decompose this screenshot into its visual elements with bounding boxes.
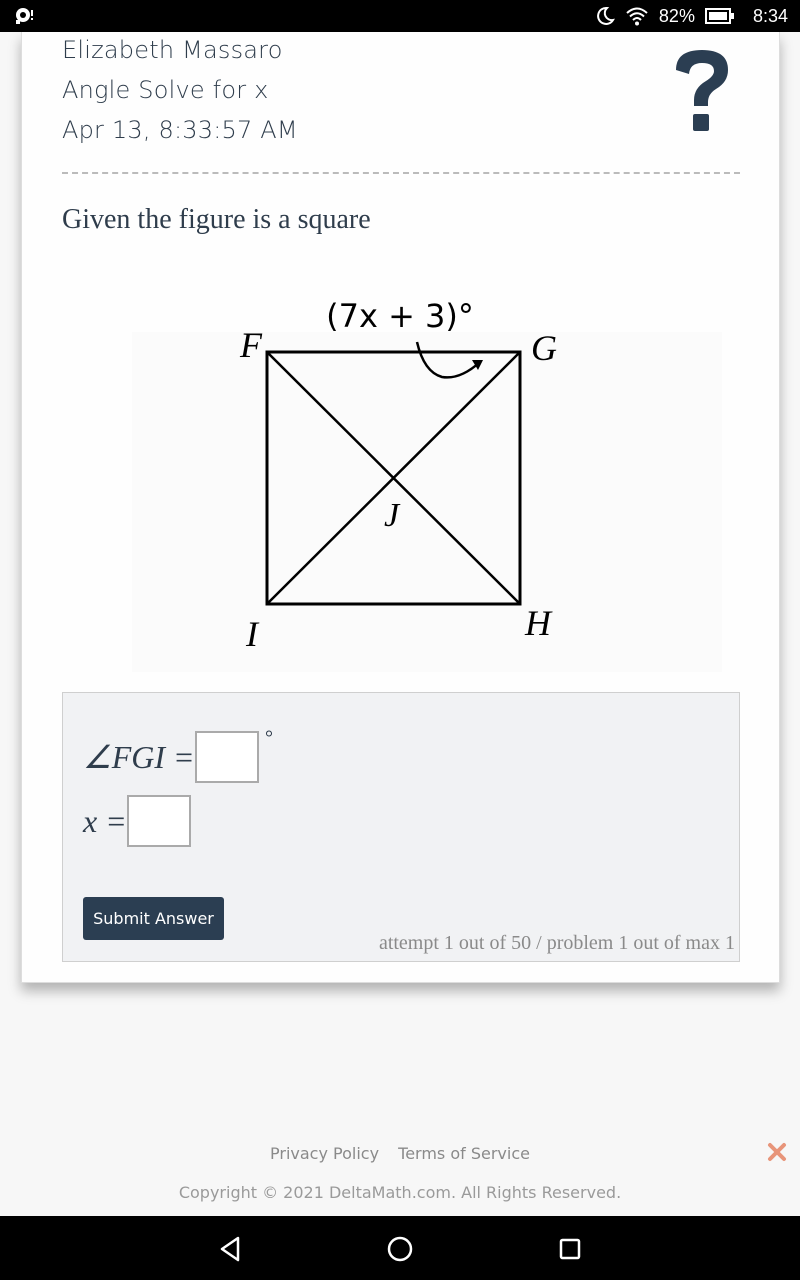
x-label: x xyxy=(83,802,98,839)
battery-percent: 82% xyxy=(658,5,695,26)
timestamp: Apr 13, 8:33:57 AM xyxy=(62,116,298,144)
problem-prompt: Given the figure is a square xyxy=(62,204,371,235)
assignment-title: Angle Solve for x xyxy=(62,76,269,104)
degree-symbol: ° xyxy=(265,727,274,749)
question-mark-icon[interactable] xyxy=(662,44,742,134)
navigation-bar xyxy=(0,1216,800,1280)
header-divider xyxy=(62,172,740,174)
footer-links: Privacy Policy Terms of Service xyxy=(0,1144,800,1163)
angle-fgi-label: ∠FGI xyxy=(83,739,165,775)
privacy-policy-link[interactable]: Privacy Policy xyxy=(270,1144,379,1163)
center-j: J xyxy=(384,497,401,534)
figure-background xyxy=(132,332,722,672)
battery-icon xyxy=(704,8,734,24)
recents-icon[interactable] xyxy=(555,1234,585,1264)
student-name: Elizabeth Massaro xyxy=(62,36,283,64)
submit-answer-button[interactable]: Submit Answer xyxy=(83,897,224,940)
vertex-g: G xyxy=(531,328,557,368)
copyright-text: Copyright © 2021 DeltaMath.com. All Righ… xyxy=(178,1183,622,1202)
angle-fgi-input[interactable] xyxy=(195,731,260,783)
x-input[interactable] xyxy=(127,795,192,847)
square-figure: (7x + 3)° F G H I J xyxy=(132,297,722,672)
back-icon[interactable] xyxy=(216,1234,246,1264)
close-icon[interactable] xyxy=(766,1141,788,1163)
vertex-h: H xyxy=(524,603,553,643)
clock: 8:34 xyxy=(752,5,788,26)
terms-of-service-link[interactable]: Terms of Service xyxy=(398,1144,530,1163)
angle-label: (7x + 3)° xyxy=(326,297,474,335)
vertex-i: I xyxy=(245,614,260,654)
notification-icon xyxy=(16,8,33,24)
do-not-disturb-moon-icon xyxy=(597,6,615,25)
attempt-counter: attempt 1 out of 50 / problem 1 out of m… xyxy=(378,932,735,954)
answer-row-angle: ∠FGI = ° xyxy=(83,727,273,783)
home-icon[interactable] xyxy=(385,1234,415,1264)
equals-sign: = xyxy=(175,738,194,775)
answer-panel: ∠FGI = ° x = Submit Answer attempt 1 out… xyxy=(62,692,740,962)
wifi-icon xyxy=(626,7,648,26)
vertex-f: F xyxy=(239,325,263,365)
problem-card: Elizabeth Massaro Angle Solve for x Apr … xyxy=(21,32,780,983)
status-bar: 82% 8:34 xyxy=(0,0,800,32)
equals-sign: = xyxy=(107,802,126,839)
answer-row-x: x = xyxy=(83,795,192,847)
